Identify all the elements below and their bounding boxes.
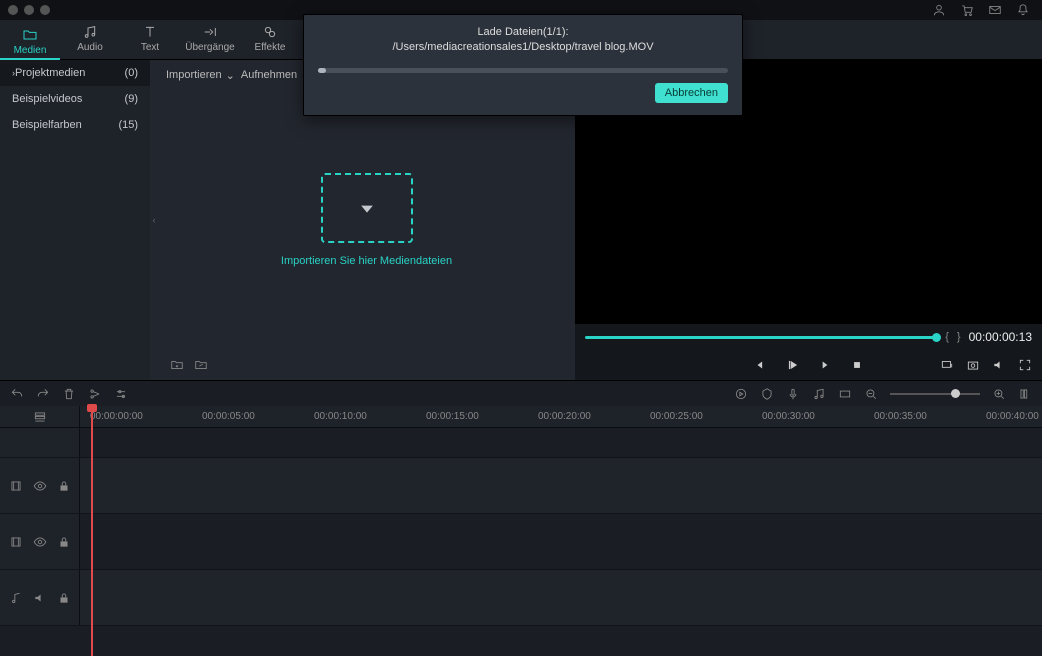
- track-head-overlay: [0, 428, 80, 457]
- film-icon: [9, 535, 23, 549]
- sidebar-item-count: (15): [118, 119, 138, 131]
- marker-icon[interactable]: [760, 387, 774, 401]
- delete-icon[interactable]: [62, 387, 76, 401]
- zoom-out-icon[interactable]: [864, 387, 878, 401]
- preview-timecode: 00:00:00:13: [969, 330, 1032, 344]
- tab-audio[interactable]: Audio: [60, 20, 120, 53]
- media-drop-zone[interactable]: Importieren Sie hier Mediendateien: [158, 90, 575, 350]
- traffic-close[interactable]: [8, 5, 18, 15]
- cart-icon[interactable]: [960, 3, 974, 17]
- cancel-button[interactable]: Abbrechen: [655, 83, 728, 103]
- track-body[interactable]: [80, 570, 1042, 625]
- volume-icon[interactable]: [992, 358, 1006, 372]
- preview-quality-icon[interactable]: [940, 358, 954, 372]
- mark-out-brace[interactable]: }: [957, 331, 961, 343]
- tab-transitions[interactable]: Übergänge: [180, 20, 240, 53]
- timeline-tracks: [0, 428, 1042, 655]
- lock-icon[interactable]: [57, 535, 71, 549]
- sidebar-item-count: (9): [125, 93, 138, 105]
- ruler-mark: 00:00:05:00: [202, 411, 255, 422]
- tab-media[interactable]: Medien: [0, 20, 60, 60]
- traffic-min[interactable]: [24, 5, 34, 15]
- chevron-down-icon: ⌄: [226, 69, 235, 82]
- timeline-toolbar: [0, 380, 1042, 406]
- mixer-icon[interactable]: [812, 387, 826, 401]
- media-sidebar: ›Projektmedien (0) Beispielvideos (9) Be…: [0, 60, 150, 380]
- loading-dialog-path: /Users/mediacreationsales1/Desktop/trave…: [318, 40, 728, 55]
- lock-icon[interactable]: [57, 479, 71, 493]
- next-frame-button[interactable]: [818, 358, 832, 372]
- ruler-mark: 00:00:00:00: [90, 411, 143, 422]
- mail-icon[interactable]: [988, 3, 1002, 17]
- preview-scrubber[interactable]: [585, 336, 937, 339]
- sidebar-item-count: (0): [125, 67, 138, 79]
- ruler-mark: 00:00:10:00: [314, 411, 367, 422]
- render-icon[interactable]: [734, 387, 748, 401]
- tab-label: Übergänge: [185, 42, 234, 53]
- loading-dialog-title: Lade Dateien(1/1):: [318, 25, 728, 40]
- eye-icon[interactable]: [33, 479, 47, 493]
- mark-in-brace[interactable]: {: [945, 331, 949, 343]
- prev-frame-button[interactable]: [754, 358, 768, 372]
- bell-icon[interactable]: [1016, 3, 1030, 17]
- ruler-mark: 00:00:25:00: [650, 411, 703, 422]
- track-body[interactable]: [80, 458, 1042, 513]
- ruler-mark: 00:00:40:00: [986, 411, 1039, 422]
- tab-text[interactable]: Text: [120, 20, 180, 53]
- ruler-mark: 00:00:30:00: [762, 411, 815, 422]
- traffic-max[interactable]: [40, 5, 50, 15]
- manage-tracks-icon[interactable]: [33, 410, 47, 424]
- sidebar-collapse-handle[interactable]: ‹: [150, 60, 158, 380]
- sidebar-item-sample-colors[interactable]: Beispielfarben (15): [0, 112, 150, 138]
- tab-label: Medien: [14, 45, 47, 56]
- stop-button[interactable]: [850, 358, 864, 372]
- redo-icon[interactable]: [36, 387, 50, 401]
- add-folder-icon[interactable]: [170, 358, 184, 372]
- track-body[interactable]: [80, 514, 1042, 569]
- eye-icon[interactable]: [33, 535, 47, 549]
- tab-label: Text: [141, 42, 159, 53]
- aspect-icon[interactable]: [838, 387, 852, 401]
- sidebar-item-label: Projektmedien: [15, 67, 85, 79]
- play-button[interactable]: [786, 358, 800, 372]
- import-menu[interactable]: Importieren ⌄: [166, 69, 235, 82]
- zoom-slider[interactable]: [890, 393, 980, 395]
- tab-effects[interactable]: Effekte: [240, 20, 300, 53]
- tab-label: Effekte: [255, 42, 286, 53]
- sidebar-item-label: Beispielfarben: [12, 119, 82, 131]
- loading-dialog: Lade Dateien(1/1): /Users/mediacreations…: [303, 14, 743, 116]
- track-head-audio: [0, 570, 80, 625]
- speaker-icon[interactable]: [33, 591, 47, 605]
- track-head-video-1: [0, 514, 80, 569]
- undo-icon[interactable]: [10, 387, 24, 401]
- music-note-icon: [9, 591, 23, 605]
- fullscreen-icon[interactable]: [1018, 358, 1032, 372]
- ruler-mark: 00:00:35:00: [874, 411, 927, 422]
- timeline-ruler[interactable]: 00:00:00:00 00:00:05:00 00:00:10:00 00:00:1…: [0, 406, 1042, 428]
- drop-text: Importieren Sie hier Mediendateien: [281, 255, 452, 267]
- snapshot-icon[interactable]: [966, 358, 980, 372]
- sidebar-item-sample-videos[interactable]: Beispielvideos (9): [0, 86, 150, 112]
- adjust-icon[interactable]: [114, 387, 128, 401]
- ruler-mark: 00:00:15:00: [426, 411, 479, 422]
- ruler-mark: 00:00:20:00: [538, 411, 591, 422]
- track-head-video-2: [0, 458, 80, 513]
- voiceover-icon[interactable]: [786, 387, 800, 401]
- sidebar-item-label: Beispielvideos: [12, 93, 82, 105]
- drop-box-icon: [321, 173, 413, 243]
- tab-label: Audio: [77, 42, 103, 53]
- folder-link-icon[interactable]: [194, 358, 208, 372]
- lock-icon[interactable]: [57, 591, 71, 605]
- playhead[interactable]: [91, 406, 93, 656]
- sidebar-item-project-media[interactable]: ›Projektmedien (0): [0, 60, 150, 86]
- film-icon: [9, 479, 23, 493]
- record-menu[interactable]: Aufnehmen ⌄: [241, 69, 310, 82]
- timeline-settings-icon[interactable]: [1018, 387, 1032, 401]
- zoom-in-icon[interactable]: [992, 387, 1006, 401]
- track-body[interactable]: [80, 428, 1042, 457]
- split-icon[interactable]: [88, 387, 102, 401]
- user-icon[interactable]: [932, 3, 946, 17]
- progress-bar: [318, 68, 728, 73]
